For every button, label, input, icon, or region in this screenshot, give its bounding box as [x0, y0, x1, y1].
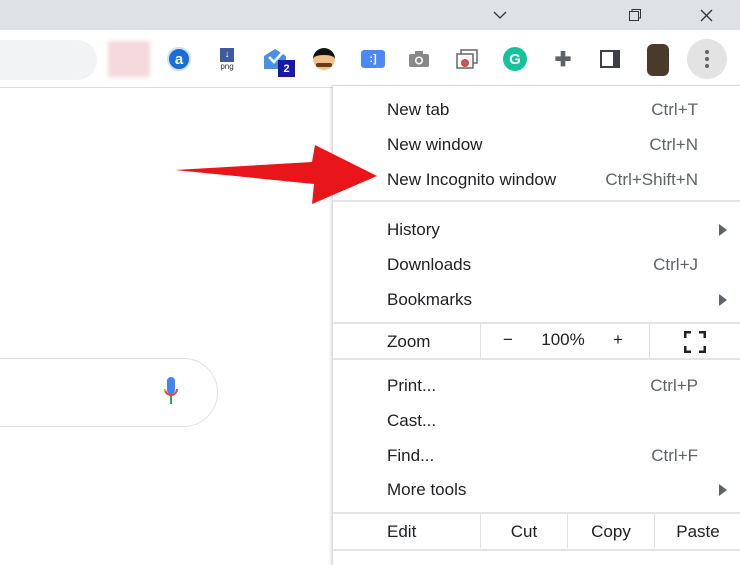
cut-button[interactable]: Cut [481, 514, 567, 550]
address-bar[interactable] [0, 40, 97, 80]
menu-item-more-tools[interactable]: More tools [333, 472, 740, 507]
microphone-icon[interactable] [164, 377, 178, 409]
restore-icon[interactable] [612, 0, 658, 30]
menu-label: Cast... [387, 410, 437, 430]
divider [333, 200, 740, 202]
more-menu-button[interactable] [687, 39, 727, 79]
menu-item-history[interactable]: History [333, 212, 740, 247]
zoom-label: Zoom [387, 332, 431, 351]
menu-label: Print... [387, 375, 437, 395]
notification-badge: 2 [278, 60, 295, 77]
side-panel-icon[interactable] [597, 46, 623, 72]
shortcut: Ctrl+N [649, 134, 698, 154]
menu-label: New Incognito window [387, 169, 557, 189]
tag-extension-icon[interactable]: :] [360, 46, 386, 72]
divider [333, 549, 740, 551]
zoom-in-button[interactable]: + [605, 322, 631, 358]
divider [480, 324, 481, 358]
menu-item-find[interactable]: Find... Ctrl+F [333, 438, 740, 473]
paste-button[interactable]: Paste [655, 514, 740, 550]
shortcut: Ctrl+P [650, 375, 698, 395]
menu-item-new-incognito-window[interactable]: New Incognito window Ctrl+Shift+N [333, 162, 740, 197]
menu-label: Downloads [387, 254, 472, 274]
menu-item-cast[interactable]: Cast... [333, 403, 740, 438]
puzzle-extensions-icon[interactable]: ✚ [550, 46, 576, 72]
submenu-arrow-icon [719, 223, 727, 236]
png-label: png [220, 61, 234, 71]
png-download-icon[interactable]: ↓ png [214, 46, 240, 72]
menu-label: More tools [387, 479, 467, 499]
menu-label: New tab [387, 99, 450, 119]
inbox-checkmark-icon[interactable]: 2 [262, 46, 295, 77]
chrome-windows-icon[interactable] [454, 46, 480, 72]
submenu-arrow-icon [719, 483, 727, 496]
menu-item-print[interactable]: Print... Ctrl+P [333, 368, 740, 403]
submenu-arrow-icon [719, 293, 727, 306]
title-bar [0, 0, 740, 30]
zoom-level: 100% [541, 330, 585, 349]
divider [649, 324, 650, 358]
close-icon[interactable] [683, 0, 729, 30]
shortcut: Ctrl+T [651, 99, 698, 119]
profile-avatar[interactable] [647, 44, 669, 76]
zoom-out-button[interactable]: − [495, 322, 521, 358]
grammarly-icon[interactable]: G [502, 46, 528, 72]
blurred-extension-icon[interactable] [108, 41, 150, 77]
menu-label: Find... [387, 445, 435, 465]
shortcut: Ctrl+Shift+N [605, 169, 698, 189]
edit-label: Edit [387, 522, 417, 541]
menu-label: New window [387, 134, 483, 154]
menu-item-new-window[interactable]: New window Ctrl+N [333, 127, 740, 162]
red-arrow-annotation [175, 145, 377, 204]
toolbar: a ↓ png 2 :] G ✚ [0, 30, 740, 88]
copy-button[interactable]: Copy [568, 514, 654, 550]
fullscreen-icon[interactable] [673, 324, 717, 360]
menu-label: Bookmarks [387, 289, 473, 309]
menu-item-new-tab[interactable]: New tab Ctrl+T [333, 92, 740, 127]
menu-label: History [387, 219, 440, 239]
shortcut: Ctrl+J [653, 254, 698, 274]
chrome-menu: New tab Ctrl+T New window Ctrl+N New Incog… [332, 85, 740, 565]
search-box[interactable] [0, 358, 218, 427]
chevron-down-icon[interactable] [477, 0, 523, 30]
menu-item-downloads[interactable]: Downloads Ctrl+J [333, 247, 740, 282]
camera-icon[interactable] [406, 46, 432, 72]
mustache-man-icon[interactable] [311, 46, 337, 72]
amazon-assistant-icon[interactable]: a [166, 46, 192, 72]
divider [333, 358, 740, 360]
menu-item-bookmarks[interactable]: Bookmarks [333, 282, 740, 317]
shortcut: Ctrl+F [651, 445, 698, 465]
